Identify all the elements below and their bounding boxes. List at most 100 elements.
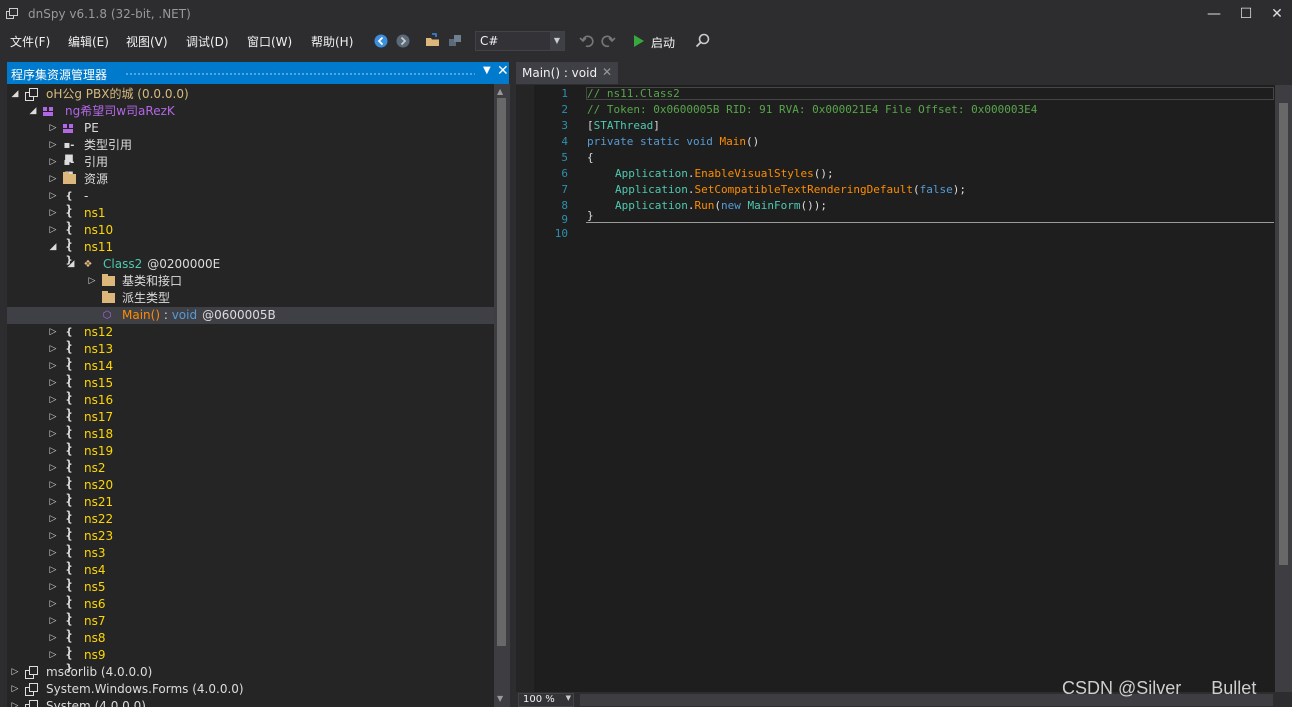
expand-icon[interactable]: ▷ — [48, 375, 58, 392]
expand-icon[interactable]: ▷ — [10, 698, 20, 707]
expand-icon[interactable]: ▷ — [48, 205, 58, 222]
tree-item-namespace[interactable]: ▷ { } ns9 — [7, 647, 494, 674]
chevron-down-icon[interactable]: ▼ — [550, 32, 564, 50]
tree-item-namespace[interactable]: ▷ { } ns20 — [7, 477, 494, 504]
maximize-button[interactable]: ☐ — [1231, 4, 1261, 24]
expand-icon[interactable]: ▷ — [48, 426, 58, 443]
tree-item-namespace[interactable]: ▷ { } ns5 — [7, 579, 494, 606]
collapse-icon[interactable]: ◢ — [28, 103, 38, 120]
tree-scrollbar[interactable]: ▲ ▼ — [494, 84, 510, 707]
start-button[interactable]: 启动 — [651, 34, 675, 51]
search-icon[interactable] — [694, 32, 712, 50]
tree-item-namespace[interactable]: ▷ { } ns12 — [7, 324, 494, 351]
tree-item-namespace[interactable]: ▷ { } ns13 — [7, 341, 494, 368]
tree-item-namespace[interactable]: ◢ { } ns11 — [7, 239, 494, 266]
close-tab-icon[interactable]: ✕ — [602, 65, 612, 79]
code-editor[interactable]: 1 2 3 4 5 6 7 8 9 10 // ns11.Class2 // T… — [516, 85, 1292, 692]
expand-icon[interactable]: ▷ — [87, 273, 97, 290]
forward-icon[interactable] — [394, 32, 412, 50]
expand-icon[interactable]: ▷ — [48, 579, 58, 596]
tree-item-namespace[interactable]: ▷ { } ns1 — [7, 205, 494, 232]
scroll-down-icon[interactable]: ▼ — [497, 694, 503, 703]
tree-item-namespace[interactable]: ▷ { } ns6 — [7, 596, 494, 623]
tree-item-namespace[interactable]: ▷ { } ns23 — [7, 528, 494, 555]
play-icon[interactable] — [630, 32, 648, 50]
expand-icon[interactable]: ▷ — [48, 443, 58, 460]
open-folder-icon[interactable] — [424, 32, 442, 50]
scrollbar-thumb[interactable] — [497, 98, 506, 646]
close-panel-icon[interactable]: ✕ — [497, 63, 509, 79]
collapse-icon[interactable]: ◢ — [66, 256, 76, 273]
expand-icon[interactable]: ▷ — [48, 630, 58, 647]
tree-item-namespace[interactable]: ▷ { } ns22 — [7, 511, 494, 538]
tree-item-refs[interactable]: ▷ ▪-■ 引用 — [7, 154, 494, 181]
tree-item-namespace[interactable]: ▷ { } ns14 — [7, 358, 494, 385]
tree-item-namespace[interactable]: ▷ { } ns16 — [7, 392, 494, 419]
tree-item-method-selected[interactable]: ⬡ Main() : void @0600005B — [7, 307, 494, 324]
expand-icon[interactable]: ▷ — [10, 664, 20, 681]
expand-icon[interactable]: ▷ — [48, 511, 58, 528]
expand-icon[interactable]: ▷ — [48, 477, 58, 494]
chevron-down-icon[interactable]: ▼ — [566, 694, 571, 702]
expand-icon[interactable]: ▷ — [48, 222, 58, 239]
collapse-icon[interactable]: ◢ — [10, 86, 20, 103]
tree-item-namespace[interactable]: ▷ { } ns10 — [7, 222, 494, 249]
expand-icon[interactable]: ▷ — [48, 341, 58, 358]
editor-tab[interactable]: Main() : void ✕ — [516, 62, 618, 84]
menu-file[interactable]: 文件(F) — [10, 33, 50, 50]
tree-item-namespace[interactable]: ▷ { } - — [7, 188, 494, 215]
minimize-button[interactable]: — — [1199, 4, 1229, 24]
expand-icon[interactable]: ▷ — [48, 562, 58, 579]
expand-icon[interactable]: ▷ — [48, 613, 58, 630]
expand-icon[interactable]: ▷ — [48, 409, 58, 426]
menu-debug[interactable]: 调试(D) — [186, 33, 229, 50]
undo-icon[interactable] — [578, 32, 596, 50]
expand-icon[interactable]: ▷ — [48, 171, 58, 188]
tree-item-namespace[interactable]: ▷ { } ns7 — [7, 613, 494, 640]
tree-item-namespace[interactable]: ▷ { } ns17 — [7, 409, 494, 436]
menu-view[interactable]: 视图(V) — [126, 33, 168, 50]
expand-icon[interactable]: ▷ — [48, 647, 58, 664]
scrollbar-thumb[interactable] — [1279, 103, 1288, 565]
tree-item-assembly[interactable]: ▷ System.Windows.Forms (4.0.0.0) — [7, 681, 494, 698]
expand-icon[interactable]: ▷ — [48, 596, 58, 613]
tree-item-module[interactable]: ◢ ng希望司w司aRezK — [7, 103, 494, 120]
tree-item-derived-types[interactable]: 派生类型 — [7, 290, 494, 307]
tree-item-base-types[interactable]: ▷ 基类和接口 — [7, 273, 494, 290]
open-list-icon[interactable] — [446, 32, 464, 50]
redo-icon[interactable] — [599, 32, 617, 50]
tree-item-namespace[interactable]: ▷ { } ns4 — [7, 562, 494, 589]
dropdown-arrow-icon[interactable]: ▼ — [483, 65, 491, 76]
tree-item-assembly[interactable]: ▷ System (4.0.0.0) — [7, 698, 494, 707]
tree-item-namespace[interactable]: ▷ { } ns3 — [7, 545, 494, 572]
menu-edit[interactable]: 编辑(E) — [68, 33, 109, 50]
editor-scrollbar[interactable] — [1275, 85, 1292, 692]
tree-item-namespace[interactable]: ▷ { } ns18 — [7, 426, 494, 453]
close-window-button[interactable]: ✕ — [1262, 4, 1292, 24]
collapse-icon[interactable]: ◢ — [48, 239, 58, 256]
expand-icon[interactable]: ▷ — [48, 392, 58, 409]
back-icon[interactable] — [372, 32, 390, 50]
tree-item-pe[interactable]: ▷ PE — [7, 120, 494, 137]
scroll-up-icon[interactable]: ▲ — [497, 87, 503, 96]
tree-item-type-refs[interactable]: ▷ ▪-■ 类型引用 — [7, 137, 494, 164]
tree-item-namespace[interactable]: ▷ { } ns21 — [7, 494, 494, 521]
expand-icon[interactable]: ▷ — [48, 528, 58, 545]
expand-icon[interactable]: ▷ — [48, 154, 58, 171]
tree-item-namespace[interactable]: ▷ { } ns8 — [7, 630, 494, 657]
expand-icon[interactable]: ▷ — [48, 188, 58, 205]
expand-icon[interactable]: ▷ — [10, 681, 20, 698]
tree-item-resources[interactable]: ▷ 资源 — [7, 171, 494, 188]
tree-item-class[interactable]: ◢ ❖ Class2 @0200000E — [7, 256, 494, 273]
zoom-select[interactable]: 100 % ▼ — [518, 693, 574, 707]
expand-icon[interactable]: ▷ — [48, 120, 58, 137]
tree-item-namespace[interactable]: ▷ { } ns19 — [7, 443, 494, 470]
expand-icon[interactable]: ▷ — [48, 137, 58, 154]
language-select[interactable]: C# ▼ — [475, 31, 565, 51]
expand-icon[interactable]: ▷ — [48, 324, 58, 341]
expand-icon[interactable]: ▷ — [48, 494, 58, 511]
tree-item-namespace[interactable]: ▷ { } ns15 — [7, 375, 494, 402]
expand-icon[interactable]: ▷ — [48, 358, 58, 375]
menu-window[interactable]: 窗口(W) — [247, 33, 292, 50]
menu-help[interactable]: 帮助(H) — [311, 33, 353, 50]
